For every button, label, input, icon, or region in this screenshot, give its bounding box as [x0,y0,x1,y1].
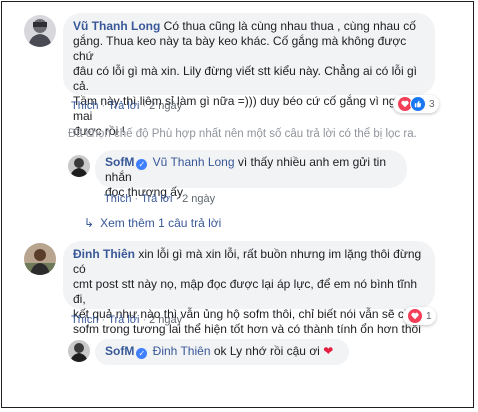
comment-text: Vũ Thanh Long Có thua cũng là cùng nhau … [73,19,417,138]
user-avatar-icon [24,15,56,47]
comment-actions: Thích · Trả lời · 2 ngày [71,314,183,326]
reaction-summary[interactable]: 3 [393,95,439,113]
reply-text: SofM ✓ Đinh Thiên ok Ly nhớ rồi cậu ơi ❤ [105,344,334,359]
like-link[interactable]: Thích [71,100,99,112]
comment-bubble: Vũ Thanh Long Có thua cũng là cùng nhau … [63,13,435,138]
mention-link[interactable]: Vũ Thanh Long [153,155,235,169]
reply-link[interactable]: Trả lời [141,193,172,205]
avatar-sofm[interactable] [68,155,90,177]
reply-author-link[interactable]: SofM [105,344,134,358]
reply-actions: Thích · Trả lời · 2 ngày [104,193,216,205]
filter-note: Đã chọn chế độ Phù hợp nhất nên một số c… [68,128,417,140]
reply-link[interactable]: Trả lời [108,100,139,112]
comment-time[interactable]: 2 ngày [149,314,182,326]
reply-bubble: SofM ✓ Đinh Thiên ok Ly nhớ rồi cậu ơi ❤ [95,339,349,365]
view-more-replies-link[interactable]: ↳ Xem thêm 1 câu trả lời [84,216,221,230]
like-icon [410,96,426,112]
heart-emoji-icon: ❤ [323,344,334,358]
comment-actions: Thích · Trả lời · 2 ngày [71,100,183,112]
mention-link[interactable]: Đinh Thiên [153,344,211,358]
avatar-vu-thanh-long[interactable] [24,15,56,47]
verified-badge-icon: ✓ [136,159,148,170]
like-link[interactable]: Thích [104,193,132,205]
reply-time[interactable]: 2 ngày [182,193,215,205]
heart-icon [407,308,423,324]
reply-author-link[interactable]: SofM [105,155,134,169]
avatar-dinh-thien[interactable] [24,243,56,275]
avatar-sofm[interactable] [68,340,90,362]
comment-bubble: Đinh Thiên xin lỗi gì mà xin lỗi, rất bu… [63,241,435,336]
reply-arrow-icon: ↳ [84,216,95,230]
user-avatar-icon [68,340,90,362]
reply-link[interactable]: Trả lời [108,314,139,326]
like-link[interactable]: Thích [71,314,99,326]
user-avatar-icon [68,155,90,177]
comment-author-link[interactable]: Đinh Thiên [73,247,135,261]
comment-author-link[interactable]: Vũ Thanh Long [73,19,160,33]
reply-bubble: SofM ✓ Vũ Thanh Long vì thấy nhiều anh em… [95,150,407,199]
user-avatar-icon [24,243,56,275]
reaction-summary[interactable]: 1 [403,307,436,325]
verified-badge-icon: ✓ [136,348,148,359]
comment-time[interactable]: 2 ngày [149,100,182,112]
reaction-count: 1 [426,310,432,322]
reaction-count: 3 [429,98,435,110]
